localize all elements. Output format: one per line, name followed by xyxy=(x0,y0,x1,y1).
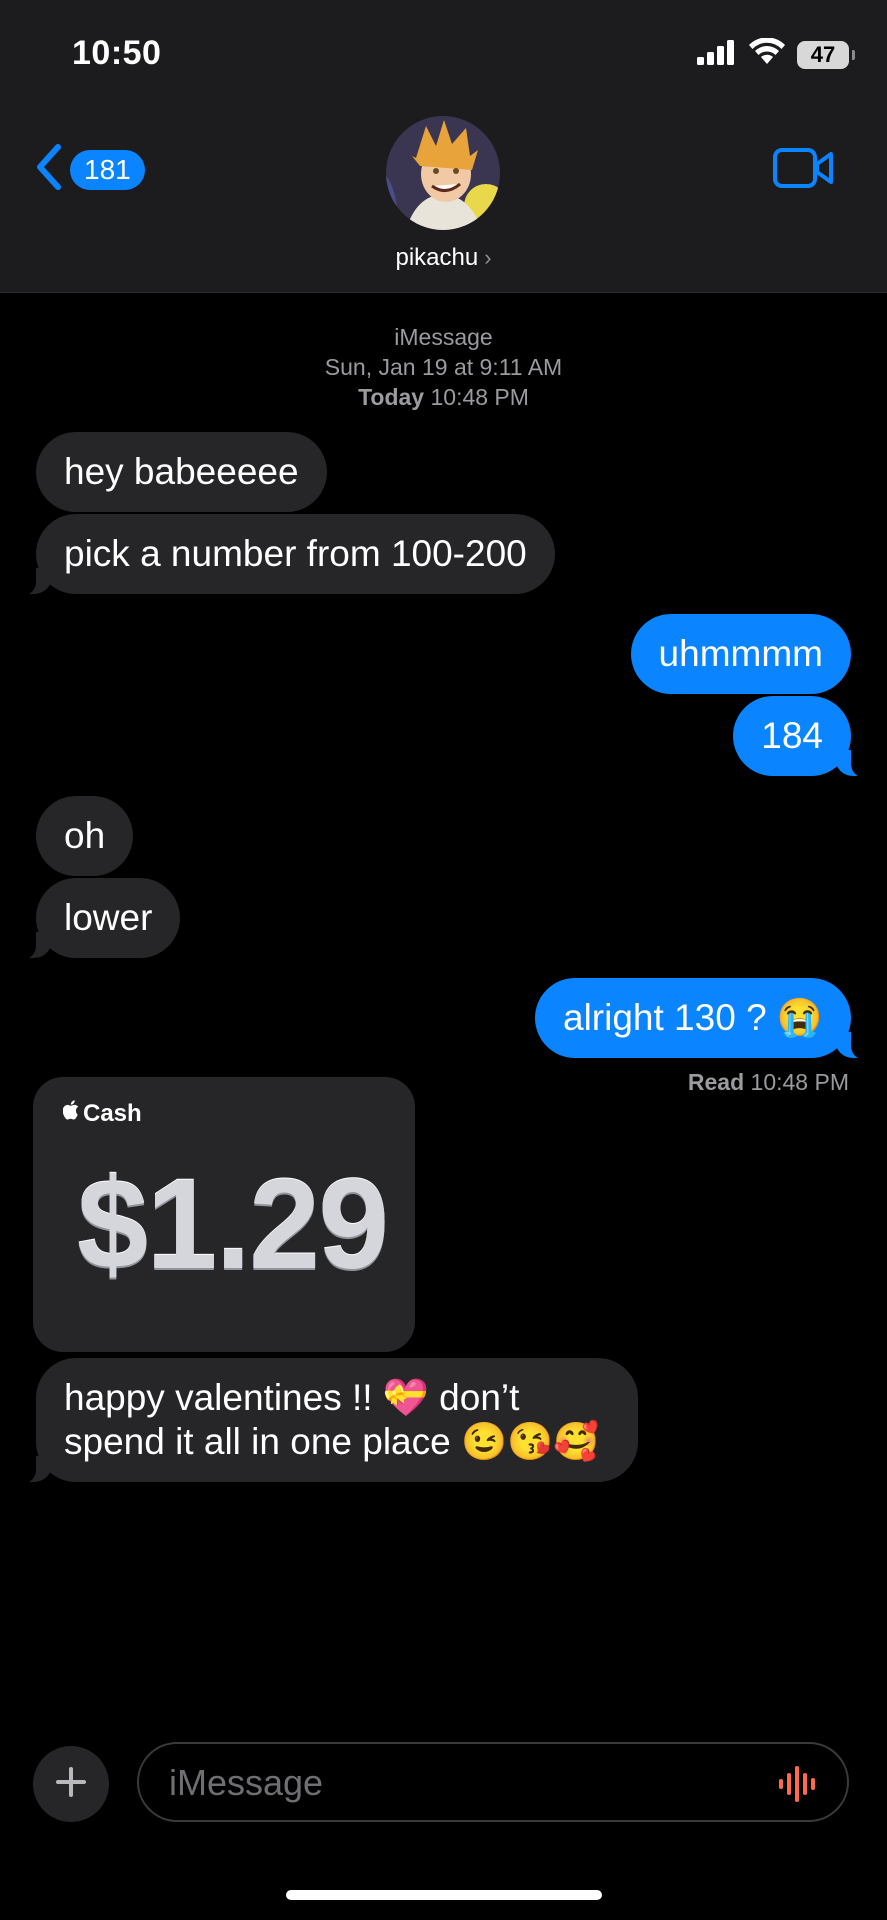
read-receipt: Read 10:48 PM xyxy=(688,1069,849,1096)
message-bubble-outgoing[interactable]: uhmmmm xyxy=(630,614,851,694)
first-message-date: Sun, Jan 19 at 9:11 AM xyxy=(324,354,563,380)
message-bubble-incoming[interactable]: pick a number from 100-200 xyxy=(10,514,555,596)
back-chevron-icon xyxy=(36,144,62,195)
contact-name-button[interactable]: pikachu › xyxy=(0,244,887,272)
video-call-icon xyxy=(773,148,835,192)
audio-waveform-icon[interactable] xyxy=(777,1764,821,1809)
apple-cash-brand: Cash xyxy=(62,1099,142,1128)
back-button[interactable]: 181 xyxy=(36,144,145,195)
plus-icon xyxy=(56,1766,86,1802)
plus-button[interactable] xyxy=(33,1746,109,1822)
read-label: Read xyxy=(687,1069,745,1095)
avatar[interactable] xyxy=(386,116,500,230)
today-timestamp: Today 10:48 PM xyxy=(0,382,887,412)
contact-name: pikachu xyxy=(395,244,479,271)
message-input-container[interactable] xyxy=(137,1742,849,1822)
home-indicator[interactable] xyxy=(286,1890,602,1900)
message-bubble-outgoing[interactable]: 184 xyxy=(733,696,877,778)
chevron-right-icon: › xyxy=(484,245,492,270)
message-bubble-incoming[interactable]: hey babeeeee xyxy=(36,432,327,512)
signal-icon xyxy=(697,39,737,70)
message-input[interactable] xyxy=(167,1758,731,1808)
unread-count-badge: 181 xyxy=(70,149,145,190)
status-time: 10:50 xyxy=(72,34,162,72)
apple-cash-label: Cash xyxy=(83,1099,142,1127)
video-call-button[interactable] xyxy=(773,148,835,193)
wifi-icon xyxy=(749,37,785,71)
status-icons: 47 xyxy=(697,37,855,71)
conversation-timestamp: iMessage Sun, Jan 19 at 9:11 AM Today 10… xyxy=(0,322,887,412)
message-bubble-outgoing[interactable]: alright 130 ? 😭 xyxy=(535,978,877,1060)
conversation-header: 181 pikachu › xyxy=(0,100,887,293)
cash-amount: $1.29 xyxy=(77,1153,389,1296)
apple-cash-card[interactable]: Cash $1.29 xyxy=(33,1077,415,1352)
read-time: 10:48 PM xyxy=(750,1069,849,1095)
today-time: 10:48 PM xyxy=(430,384,529,410)
status-bar: 10:50 47 xyxy=(0,0,887,100)
message-bubble-incoming[interactable]: lower xyxy=(9,878,181,960)
message-bubble-incoming[interactable]: happy valentines !! 💝 don’t spend it all… xyxy=(10,1358,638,1484)
battery-icon: 47 xyxy=(797,40,855,69)
apple-logo-icon xyxy=(62,1099,81,1128)
service-label: iMessage xyxy=(394,324,493,350)
today-label: Today xyxy=(358,384,425,410)
message-bubble-incoming[interactable]: oh xyxy=(36,796,134,876)
